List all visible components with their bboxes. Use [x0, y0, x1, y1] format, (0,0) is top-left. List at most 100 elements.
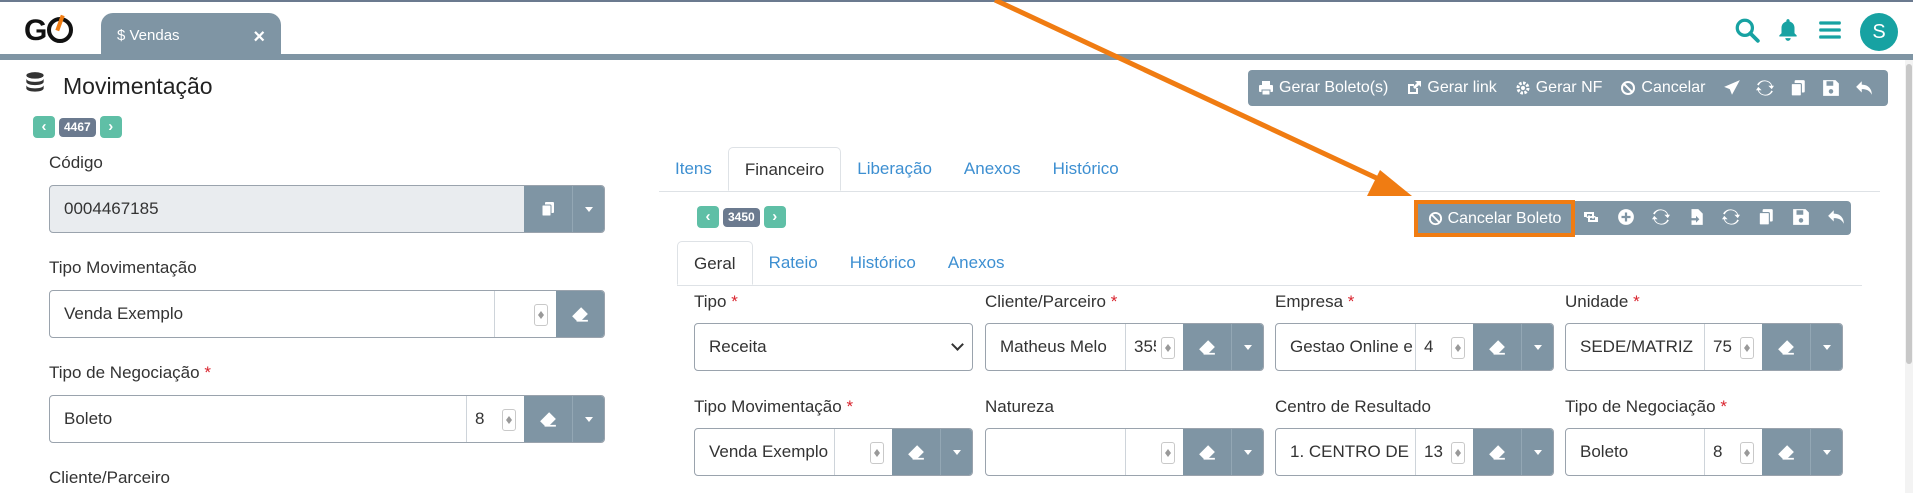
tipo-neg-field[interactable]: Boleto 8: [1565, 428, 1843, 476]
printer-icon: [1259, 81, 1273, 96]
tipo-negociacao-stepper[interactable]: 8: [466, 396, 524, 442]
menu-icon[interactable]: [1817, 17, 1843, 43]
tipo-neg-dropdown-button[interactable]: [1810, 429, 1842, 475]
next-financeiro-button[interactable]: ›: [763, 206, 786, 228]
cancelar-boleto-label: Cancelar Boleto: [1447, 209, 1562, 227]
tipo-negociacao-dropdown-button[interactable]: [572, 396, 604, 442]
tipo-neg-label: Tipo de Negociação *: [1565, 397, 1727, 416]
plus-circle-icon[interactable]: [1615, 206, 1637, 228]
empresa-label-text: Empresa: [1275, 292, 1344, 311]
copy-icon[interactable]: [1789, 78, 1807, 98]
clear-unidade-button[interactable]: [1762, 324, 1810, 370]
ban-icon: [1428, 211, 1442, 226]
clear-centro-button[interactable]: [1473, 429, 1521, 475]
previous-record-button[interactable]: ‹: [33, 116, 55, 138]
copy-icon[interactable]: [1755, 206, 1777, 228]
chevron-down-icon: [942, 324, 972, 370]
clear-tipo-mov-button[interactable]: [892, 429, 940, 475]
unidade-dropdown-button[interactable]: [1810, 324, 1842, 370]
next-record-button[interactable]: ›: [99, 116, 122, 138]
tab-vendas-label: $ Vendas: [117, 27, 180, 44]
codigo-field[interactable]: 0004467185: [49, 185, 605, 233]
codigo-value: 0004467185: [64, 199, 159, 218]
unidade-field[interactable]: SEDE/MATRIZ 75: [1565, 323, 1843, 371]
centro-stepper[interactable]: 13: [1415, 429, 1473, 475]
tipo-negociacao-field[interactable]: Boleto 8: [49, 395, 605, 443]
eraser-icon: [908, 445, 924, 460]
tipo-mov-dropdown-button[interactable]: [940, 429, 972, 475]
clear-empresa-button[interactable]: [1473, 324, 1521, 370]
previous-financeiro-button[interactable]: ‹: [697, 206, 719, 228]
tab-anexos-sub[interactable]: Anexos: [932, 241, 1021, 285]
tab-rateio[interactable]: Rateio: [753, 241, 834, 285]
clear-tipo-movimentacao-button[interactable]: [556, 291, 604, 337]
eraser-icon: [540, 412, 556, 427]
tipo-movimentacao-field[interactable]: Venda Exemplo: [49, 290, 605, 338]
clear-tipo-neg-button[interactable]: [1762, 429, 1810, 475]
gerar-link-button[interactable]: Gerar link: [1406, 79, 1497, 97]
send-icon[interactable]: [1723, 78, 1741, 98]
cancelar-button[interactable]: Cancelar: [1620, 79, 1705, 97]
refresh-icon[interactable]: [1720, 206, 1742, 228]
empresa-stepper[interactable]: 4: [1415, 324, 1473, 370]
page-scrollbar[interactable]: [1905, 60, 1913, 493]
undo-icon[interactable]: [1855, 78, 1873, 98]
file-import-icon[interactable]: [1685, 206, 1707, 228]
unidade-value: SEDE/MATRIZ: [1580, 337, 1694, 356]
tipo-select[interactable]: Receita: [694, 323, 973, 371]
tipo-movimentacao-stepper[interactable]: [494, 291, 556, 337]
codigo-dropdown-button[interactable]: [572, 186, 604, 232]
clear-tipo-negociacao-button[interactable]: [524, 396, 572, 442]
tipo-mov-label-text: Tipo Movimentação: [694, 397, 842, 416]
user-avatar[interactable]: S: [1860, 13, 1898, 51]
tab-historico[interactable]: Histórico: [1037, 147, 1135, 191]
tipo-neg-stepper[interactable]: 8: [1704, 429, 1762, 475]
eraser-icon: [1489, 445, 1505, 460]
tab-financeiro[interactable]: Financeiro: [727, 147, 842, 191]
undo-icon[interactable]: [1825, 206, 1847, 228]
cliente-field[interactable]: Matheus Melo 355: [985, 323, 1264, 371]
tab-historico-sub[interactable]: Histórico: [834, 241, 932, 285]
gerar-nf-button[interactable]: Gerar NF: [1515, 79, 1603, 97]
natureza-dropdown-button[interactable]: [1231, 429, 1263, 475]
tipo-mov-label: Tipo Movimentação *: [694, 397, 854, 416]
tab-liberacao[interactable]: Liberação: [841, 147, 948, 191]
save-icon[interactable]: [1790, 206, 1812, 228]
empresa-field[interactable]: Gestao Online e 4: [1275, 323, 1554, 371]
cancelar-boleto-button[interactable]: Cancelar Boleto: [1414, 200, 1575, 237]
gerar-boleto-button[interactable]: Gerar Boleto(s): [1258, 79, 1388, 97]
bell-icon[interactable]: [1775, 17, 1801, 43]
natureza-field[interactable]: [985, 428, 1264, 476]
tipo-mov-field[interactable]: Venda Exemplo: [694, 428, 973, 476]
tipo-mov-value: Venda Exemplo: [709, 442, 829, 461]
centro-field[interactable]: 1. CENTRO DE R 13: [1275, 428, 1554, 476]
clear-natureza-button[interactable]: [1183, 429, 1231, 475]
cliente-dropdown-button[interactable]: [1231, 324, 1263, 370]
tab-itens[interactable]: Itens: [659, 147, 728, 191]
search-icon[interactable]: [1734, 17, 1760, 43]
tipo-movimentacao-value: Venda Exemplo: [64, 304, 184, 323]
eraser-icon: [1199, 445, 1215, 460]
empresa-dropdown-button[interactable]: [1521, 324, 1553, 370]
gerar-nf-label: Gerar NF: [1535, 79, 1603, 96]
close-icon[interactable]: ×: [253, 27, 265, 47]
copy-codigo-button[interactable]: [524, 186, 572, 232]
centro-dropdown-button[interactable]: [1521, 429, 1553, 475]
unidade-stepper[interactable]: 75: [1704, 324, 1762, 370]
refresh-icon[interactable]: [1756, 78, 1775, 98]
tab-geral[interactable]: Geral: [677, 241, 753, 285]
app-logo[interactable]: G: [24, 14, 74, 48]
natureza-stepper[interactable]: [1125, 429, 1183, 475]
cliente-stepper[interactable]: 355: [1125, 324, 1183, 370]
chevron-down-icon: [1533, 344, 1542, 350]
sync-icon[interactable]: [1650, 206, 1672, 228]
clear-cliente-button[interactable]: [1183, 324, 1231, 370]
natureza-value: [986, 429, 1125, 475]
retweet-icon[interactable]: [1580, 206, 1602, 228]
ban-icon: [1621, 81, 1636, 95]
tipo-mov-stepper[interactable]: [834, 429, 892, 475]
tab-anexos[interactable]: Anexos: [948, 147, 1037, 191]
save-icon[interactable]: [1822, 78, 1840, 98]
tab-vendas[interactable]: $ Vendas ×: [101, 13, 281, 56]
natureza-label: Natureza: [985, 397, 1054, 416]
